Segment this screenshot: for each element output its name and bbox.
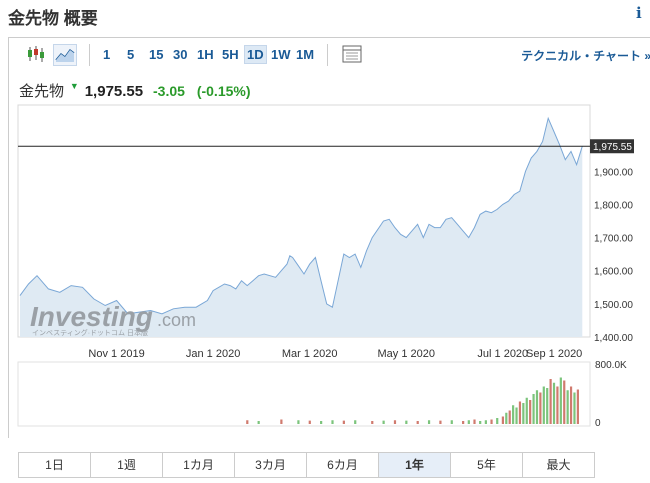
down-arrow-icon: ▼ xyxy=(69,81,79,91)
period-1w[interactable]: 1週 xyxy=(91,453,163,477)
timeframe-1h[interactable]: 1H xyxy=(197,47,214,62)
price-quote: 金先物 ▼ 1,975.55 -3.05 (-0.15%) xyxy=(19,80,251,101)
toolbar-divider xyxy=(327,44,328,66)
price-change: -3.05 xyxy=(153,83,185,99)
technical-chart-link[interactable]: テクニカル・チャート » xyxy=(521,47,650,64)
period-1d[interactable]: 1日 xyxy=(19,453,91,477)
table-icon[interactable] xyxy=(341,44,363,64)
instrument-name: 金先物 xyxy=(19,83,65,100)
info-icon[interactable]: i xyxy=(636,4,642,22)
area-chart-icon[interactable] xyxy=(53,44,77,66)
period-selector: 1日 1週 1カ月 3カ月 6カ月 1年 5年 最大 xyxy=(18,452,595,478)
toolbar-divider xyxy=(89,44,90,66)
period-6m[interactable]: 6カ月 xyxy=(307,453,379,477)
period-3m[interactable]: 3カ月 xyxy=(235,453,307,477)
timeframe-15[interactable]: 15 xyxy=(149,47,163,62)
timeframe-5h[interactable]: 5H xyxy=(222,47,239,62)
timeframe-5[interactable]: 5 xyxy=(127,47,134,62)
price-change-percent: (-0.15%) xyxy=(196,83,251,99)
period-1y[interactable]: 1年 xyxy=(379,453,451,477)
candlestick-icon[interactable] xyxy=(25,44,47,64)
timeframe-1d[interactable]: 1D xyxy=(244,45,267,64)
chart-frame: 1 5 15 30 1H 5H 1D 1W 1M テクニカル・チャート » 金先… xyxy=(8,37,650,438)
timeframe-1[interactable]: 1 xyxy=(103,47,110,62)
period-5y[interactable]: 5年 xyxy=(451,453,523,477)
timeframe-30[interactable]: 30 xyxy=(173,47,187,62)
timeframe-1w[interactable]: 1W xyxy=(271,47,291,62)
period-max[interactable]: 最大 xyxy=(523,453,594,477)
period-1m[interactable]: 1カ月 xyxy=(163,453,235,477)
chart-toolbar: 1 5 15 30 1H 5H 1D 1W 1M テクニカル・チャート » xyxy=(9,38,650,70)
page-title: 金先物 概要 xyxy=(8,9,98,28)
timeframe-1m[interactable]: 1M xyxy=(296,47,314,62)
last-price: 1,975.55 xyxy=(84,83,144,100)
